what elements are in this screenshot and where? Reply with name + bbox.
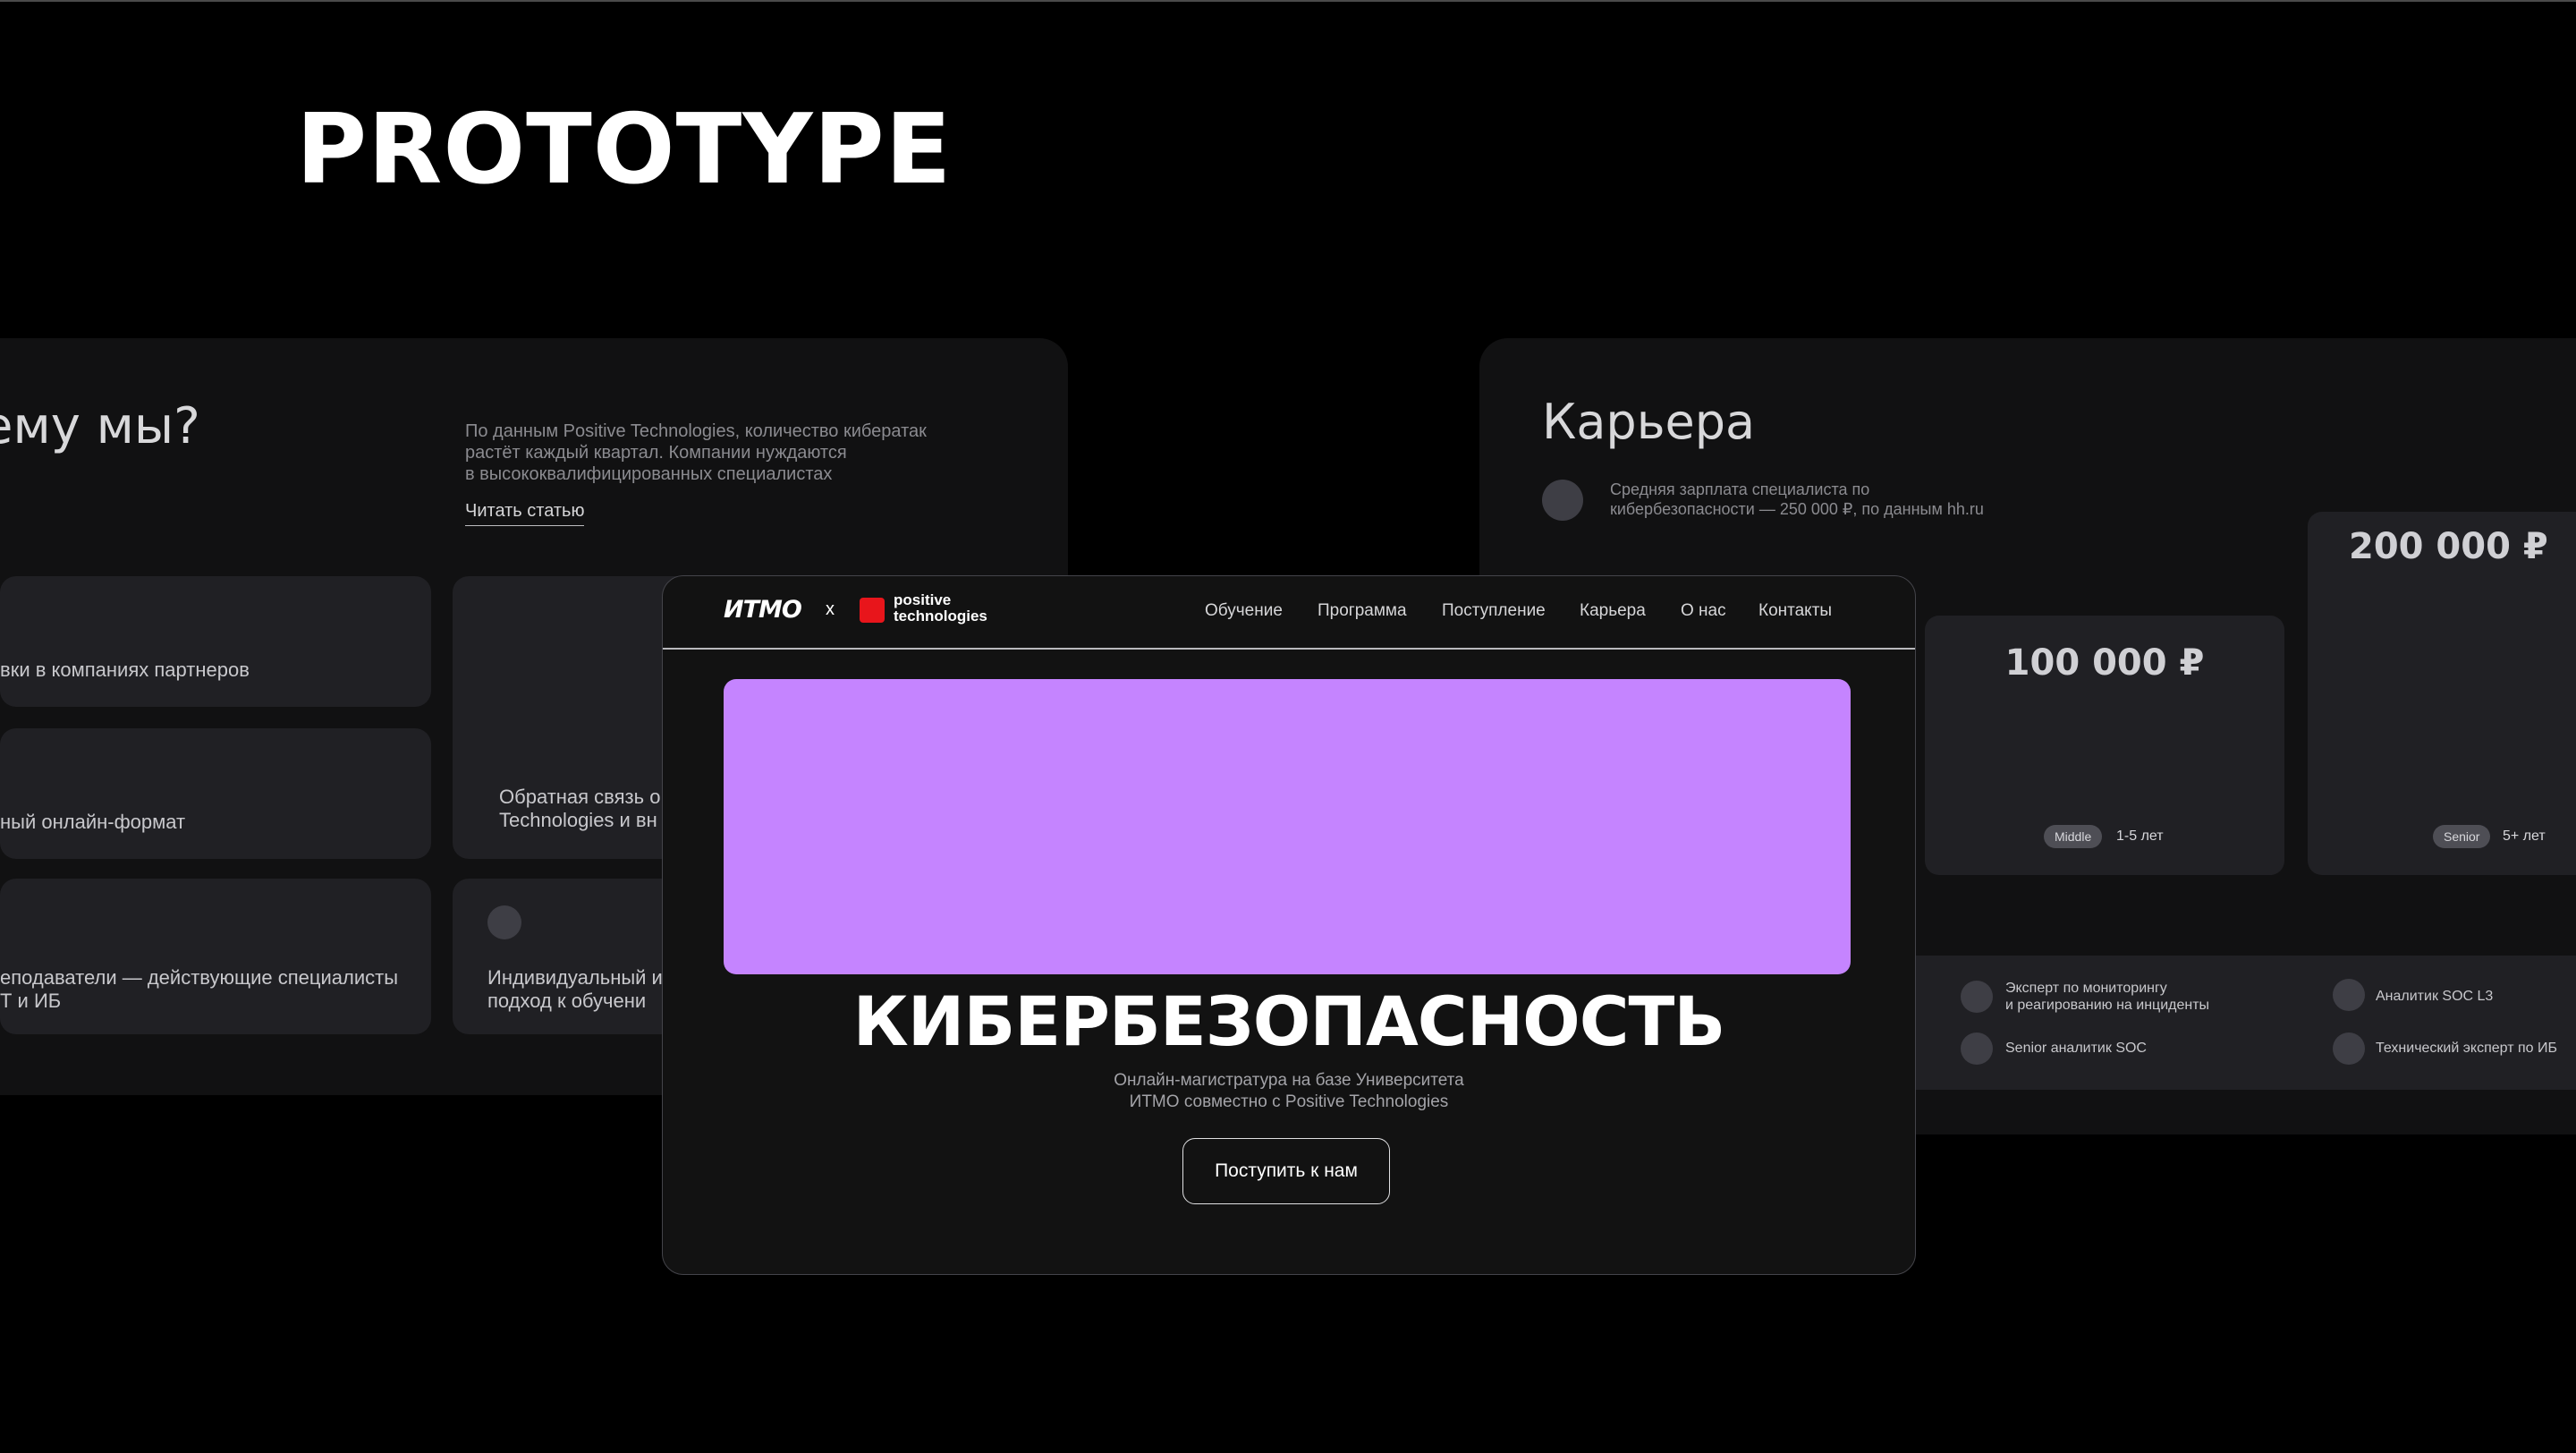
role-icon bbox=[2333, 1032, 2365, 1065]
nav-item-about[interactable]: О нас bbox=[1681, 601, 1726, 621]
role-label: Технический эксперт по ИБ bbox=[2376, 1041, 2557, 1056]
advantage-card-text: подход к обучени bbox=[487, 990, 647, 1012]
nav-item-education[interactable]: Обучение bbox=[1205, 601, 1283, 621]
positive-technologies-logo[interactable]: positive technologies bbox=[894, 592, 987, 625]
why-us-description: По данным Positive Technologies, количес… bbox=[465, 421, 966, 485]
partner-logo-line: positive bbox=[894, 591, 952, 608]
advantage-card-text: еподаватели — действующие специалисты bbox=[0, 966, 399, 989]
advantage-card-text: Обратная связь о bbox=[499, 786, 661, 808]
hero-subtitle-line: ИТМО совместно с Positive Technologies bbox=[1129, 1092, 1449, 1111]
hero-subtitle-line: Онлайн-магистратура на базе Университета bbox=[1114, 1071, 1464, 1090]
salary-card-senior: 200 000 ₽ Senior 5+ лет bbox=[2308, 512, 2576, 875]
advantage-card-text: вки в компаниях партнеров bbox=[0, 659, 250, 681]
advantage-card: вки в компаниях партнеров bbox=[0, 576, 431, 707]
apply-button[interactable]: Поступить к нам bbox=[1182, 1138, 1390, 1204]
level-badge: Senior bbox=[2433, 825, 2491, 848]
experience-label: 1-5 лет bbox=[2116, 828, 2164, 844]
top-divider bbox=[0, 0, 2576, 2]
role-label: Аналитик SOC L3 bbox=[2376, 989, 2494, 1004]
advantage-card-text: Индивидуальный и bbox=[487, 966, 663, 989]
level-badge: Middle bbox=[2044, 825, 2103, 848]
career-heading: Карьера bbox=[1542, 394, 1756, 450]
nav-item-career[interactable]: Карьера bbox=[1580, 601, 1646, 621]
hero-image-placeholder bbox=[724, 679, 1851, 974]
description-line: растёт каждый квартал. Компании нуждаютс… bbox=[465, 443, 847, 463]
role-icon bbox=[1961, 1032, 1993, 1065]
role-label-line: Эксперт по мониторингу bbox=[2005, 981, 2167, 996]
slide-title: PROTOTYPE bbox=[296, 94, 953, 206]
logo-separator: x bbox=[826, 599, 835, 619]
advantage-card: ный онлайн-формат bbox=[0, 728, 431, 859]
card-icon bbox=[487, 905, 521, 939]
role-label: Senior аналитик SOC bbox=[2005, 1041, 2147, 1056]
partner-logo-line: technologies bbox=[894, 608, 987, 625]
description-line: в высококвалифицированных специалистах bbox=[465, 464, 833, 484]
salary-note: Средняя зарплата специалиста по кибербез… bbox=[1610, 480, 1984, 519]
role-icon bbox=[1961, 981, 1993, 1013]
nav-item-program[interactable]: Программа bbox=[1318, 601, 1407, 621]
why-us-heading: ему мы? bbox=[0, 397, 200, 455]
nav-item-admission[interactable]: Поступление bbox=[1442, 601, 1546, 621]
salary-note-line: кибербезопасности — 250 000 ₽, по данным… bbox=[1610, 500, 1984, 518]
site-header: ИTMO x positive technologies Обучение Пр… bbox=[663, 576, 1915, 650]
role-label: Эксперт по мониторингу и реагированию на… bbox=[2005, 980, 2209, 1014]
nav-item-contacts[interactable]: Контакты bbox=[1758, 601, 1832, 621]
hero-title: КИБЕРБЕЗОПАСНОСТЬ bbox=[852, 981, 1726, 1061]
advantage-card-text: Technologies и вн bbox=[499, 809, 657, 831]
salary-info-icon bbox=[1542, 480, 1583, 521]
positive-technologies-logo-icon bbox=[860, 598, 885, 623]
salary-value: 200 000 ₽ bbox=[2349, 526, 2548, 567]
read-article-link[interactable]: Читать статью bbox=[465, 501, 585, 526]
hero-subtitle: Онлайн-магистратура на базе Университета… bbox=[663, 1070, 1915, 1113]
role-label-line: и реагированию на инциденты bbox=[2005, 998, 2210, 1013]
role-icon bbox=[2333, 979, 2365, 1011]
description-line: По данным Positive Technologies, количес… bbox=[465, 421, 927, 441]
advantage-card: еподаватели — действующие специалисты Т … bbox=[0, 879, 431, 1034]
salary-note-line: Средняя зарплата специалиста по bbox=[1610, 480, 1870, 498]
salary-card-middle: 100 000 ₽ Middle 1-5 лет bbox=[1925, 616, 2284, 875]
experience-label: 5+ лет bbox=[2503, 828, 2546, 844]
advantage-card-text: Т и ИБ bbox=[0, 990, 62, 1012]
salary-value: 100 000 ₽ bbox=[2004, 642, 2205, 684]
itmo-logo[interactable]: ИTMO bbox=[724, 596, 802, 624]
landing-page-window: ИTMO x positive technologies Обучение Пр… bbox=[662, 575, 1916, 1275]
advantage-card-text: ный онлайн-формат bbox=[0, 811, 186, 833]
